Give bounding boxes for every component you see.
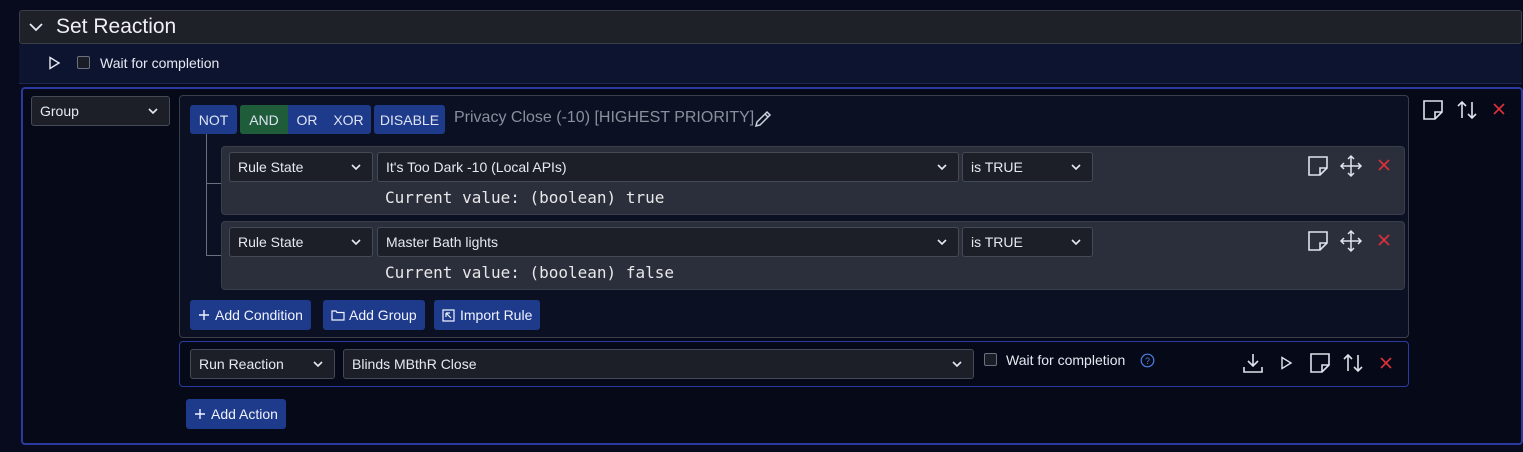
action-type-value: Run Reaction bbox=[199, 356, 284, 372]
chevron-down-icon bbox=[937, 239, 947, 246]
play-icon[interactable] bbox=[1279, 356, 1293, 370]
group-type-value: Group bbox=[40, 103, 79, 119]
condition-target-value: It's Too Dark -10 (Local APIs) bbox=[386, 159, 567, 175]
xor-button[interactable]: XOR bbox=[326, 105, 371, 134]
wait-label: Wait for completion bbox=[100, 55, 220, 71]
tree-line-branch bbox=[206, 255, 222, 256]
sort-icon[interactable] bbox=[1341, 351, 1365, 375]
reaction-target-value: Blinds MBthR Close bbox=[352, 356, 477, 372]
pencil-icon[interactable] bbox=[752, 108, 774, 130]
sticky-note-icon[interactable] bbox=[1306, 154, 1330, 178]
current-value: Current value: (boolean) true bbox=[385, 188, 665, 207]
not-button[interactable]: NOT bbox=[190, 105, 237, 134]
chevron-down-icon bbox=[952, 361, 962, 368]
reaction-wait-label: Wait for completion bbox=[1006, 352, 1126, 368]
close-icon[interactable] bbox=[1377, 158, 1391, 172]
reaction-target-select[interactable]: Blinds MBthR Close bbox=[343, 349, 974, 379]
add-group-button[interactable]: Add Group bbox=[323, 300, 425, 330]
import-rule-label: Import Rule bbox=[460, 307, 533, 323]
condition-type-select[interactable]: Rule State bbox=[229, 152, 373, 182]
group-title[interactable]: Privacy Close (-10) [HIGHEST PRIORITY] bbox=[454, 109, 754, 127]
svg-text:?: ? bbox=[1145, 356, 1150, 366]
close-icon[interactable] bbox=[1492, 102, 1506, 116]
action-type-select[interactable]: Run Reaction bbox=[190, 349, 335, 379]
condition-operator-value: is TRUE bbox=[971, 234, 1023, 250]
play-icon[interactable] bbox=[47, 56, 61, 70]
page-title: Set Reaction bbox=[56, 15, 177, 38]
chevron-down-icon bbox=[1071, 164, 1081, 171]
sticky-note-icon[interactable] bbox=[1308, 351, 1332, 375]
group-type-select[interactable]: Group bbox=[31, 96, 170, 126]
chevron-down-icon bbox=[351, 239, 361, 246]
chevron-down-icon bbox=[1071, 239, 1081, 246]
add-action-button[interactable]: Add Action bbox=[186, 399, 286, 429]
sticky-note-icon[interactable] bbox=[1421, 98, 1445, 122]
condition-type-select[interactable]: Rule State bbox=[229, 227, 373, 257]
condition-target-value: Master Bath lights bbox=[386, 234, 499, 250]
move-icon[interactable] bbox=[1339, 154, 1363, 178]
chevron-down-icon bbox=[351, 164, 361, 171]
add-condition-button[interactable]: Add Condition bbox=[190, 300, 311, 330]
plus-icon bbox=[199, 310, 209, 320]
import-icon bbox=[442, 308, 455, 322]
tree-line bbox=[206, 134, 207, 255]
close-icon[interactable] bbox=[1377, 233, 1391, 247]
folder-plus-icon bbox=[331, 310, 345, 321]
tree-line-branch bbox=[206, 183, 222, 184]
wait-checkbox[interactable] bbox=[77, 56, 90, 69]
move-icon[interactable] bbox=[1339, 229, 1363, 253]
close-icon[interactable] bbox=[1379, 356, 1393, 370]
import-rule-button[interactable]: Import Rule bbox=[434, 300, 541, 330]
section-header[interactable] bbox=[19, 10, 1522, 44]
add-group-label: Add Group bbox=[349, 307, 417, 323]
add-action-label: Add Action bbox=[211, 406, 278, 422]
reaction-wait-checkbox[interactable] bbox=[984, 353, 997, 366]
condition-type-value: Rule State bbox=[238, 234, 304, 250]
help-icon[interactable]: ? bbox=[1140, 353, 1155, 368]
or-button[interactable]: OR bbox=[288, 105, 326, 134]
chevron-down-icon bbox=[148, 108, 158, 115]
sticky-note-icon[interactable] bbox=[1306, 229, 1330, 253]
condition-operator-select[interactable]: is TRUE bbox=[962, 152, 1093, 182]
add-condition-label: Add Condition bbox=[215, 307, 303, 323]
download-icon[interactable] bbox=[1241, 351, 1265, 375]
and-button[interactable]: AND bbox=[240, 105, 288, 134]
condition-target-select[interactable]: Master Bath lights bbox=[377, 227, 959, 257]
sort-icon[interactable] bbox=[1455, 98, 1479, 122]
chevron-down-icon[interactable] bbox=[27, 18, 45, 36]
current-value: Current value: (boolean) false bbox=[385, 263, 674, 282]
condition-target-select[interactable]: It's Too Dark -10 (Local APIs) bbox=[377, 152, 959, 182]
condition-operator-value: is TRUE bbox=[971, 159, 1023, 175]
chevron-down-icon bbox=[937, 164, 947, 171]
condition-type-value: Rule State bbox=[238, 159, 304, 175]
options-bar bbox=[19, 44, 1522, 84]
disable-button[interactable]: DISABLE bbox=[374, 105, 445, 134]
condition-operator-select[interactable]: is TRUE bbox=[962, 227, 1093, 257]
chevron-down-icon bbox=[313, 361, 323, 368]
plus-icon bbox=[195, 409, 205, 419]
